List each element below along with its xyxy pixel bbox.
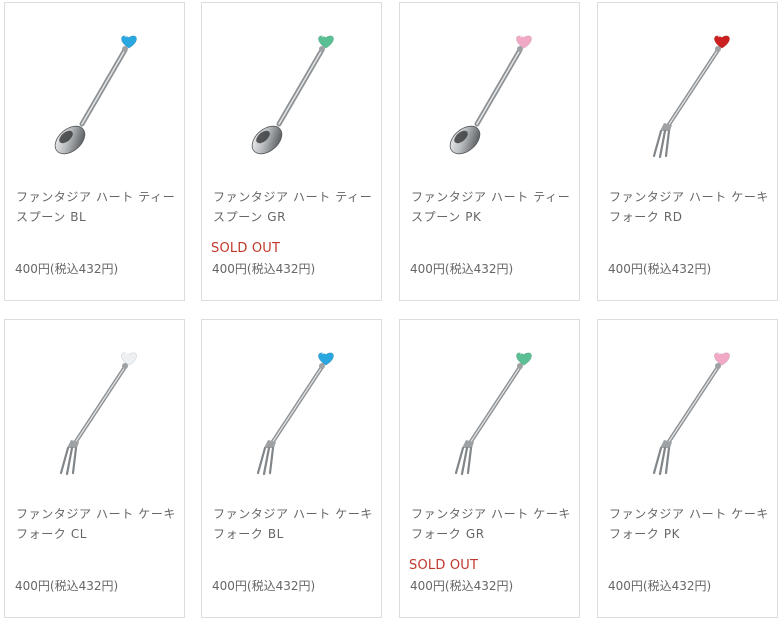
fork-image-icon [652, 35, 730, 159]
product-card[interactable]: ファンタジア ハート ケーキフォーク CL 400円(税込432円) [4, 319, 185, 618]
fork-image-icon [652, 352, 730, 476]
product-price: 400円(税込432円) [15, 579, 119, 593]
product-price: 400円(税込432円) [608, 262, 712, 276]
product-name[interactable]: ファンタジア ハート ティースプーン PK [411, 187, 577, 227]
product-card[interactable]: ファンタジア ハート ケーキフォーク GR SOLD OUT 400円(税込43… [399, 319, 580, 618]
product-card[interactable]: ファンタジア ハート ケーキフォーク BL 400円(税込432円) [201, 319, 382, 618]
product-card[interactable]: ファンタジア ハート ケーキフォーク PK 400円(税込432円) [597, 319, 778, 618]
spoon-image-icon [449, 35, 532, 155]
product-price: 400円(税込432円) [15, 262, 119, 276]
fork-image-icon [59, 352, 137, 476]
spoon-image-icon [54, 35, 137, 155]
product-card[interactable]: ファンタジア ハート ティースプーン BL 400円(税込432円) [4, 2, 185, 301]
sold-out-label: SOLD OUT [409, 558, 479, 573]
product-image[interactable] [15, 13, 175, 173]
product-card[interactable]: ファンタジア ハート ティースプーン GR SOLD OUT 400円(税込43… [201, 2, 382, 301]
sold-out-label: SOLD OUT [211, 241, 281, 256]
product-card[interactable]: ファンタジア ハート ケーキフォーク RD 400円(税込432円) [597, 2, 778, 301]
product-name[interactable]: ファンタジア ハート ティースプーン BL [16, 187, 182, 227]
product-image[interactable] [15, 330, 175, 490]
spoon-image-icon [251, 35, 334, 155]
product-image[interactable] [410, 13, 570, 173]
product-image[interactable] [608, 13, 768, 173]
product-image[interactable] [608, 330, 768, 490]
product-name[interactable]: ファンタジア ハート ケーキフォーク CL [16, 504, 182, 544]
product-image[interactable] [410, 330, 570, 490]
product-price: 400円(税込432円) [212, 262, 316, 276]
fork-image-icon [454, 352, 532, 476]
product-name[interactable]: ファンタジア ハート ケーキフォーク PK [609, 504, 775, 544]
product-image[interactable] [212, 330, 372, 490]
product-image[interactable] [212, 13, 372, 173]
product-name[interactable]: ファンタジア ハート ティースプーン GR [213, 187, 379, 227]
product-name[interactable]: ファンタジア ハート ケーキフォーク BL [213, 504, 379, 544]
product-price: 400円(税込432円) [212, 579, 316, 593]
product-price: 400円(税込432円) [410, 262, 514, 276]
product-price: 400円(税込432円) [410, 579, 514, 593]
product-price: 400円(税込432円) [608, 579, 712, 593]
fork-image-icon [256, 352, 334, 476]
product-card[interactable]: ファンタジア ハート ティースプーン PK 400円(税込432円) [399, 2, 580, 301]
product-name[interactable]: ファンタジア ハート ケーキフォーク GR [411, 504, 577, 544]
product-name[interactable]: ファンタジア ハート ケーキフォーク RD [609, 187, 775, 227]
